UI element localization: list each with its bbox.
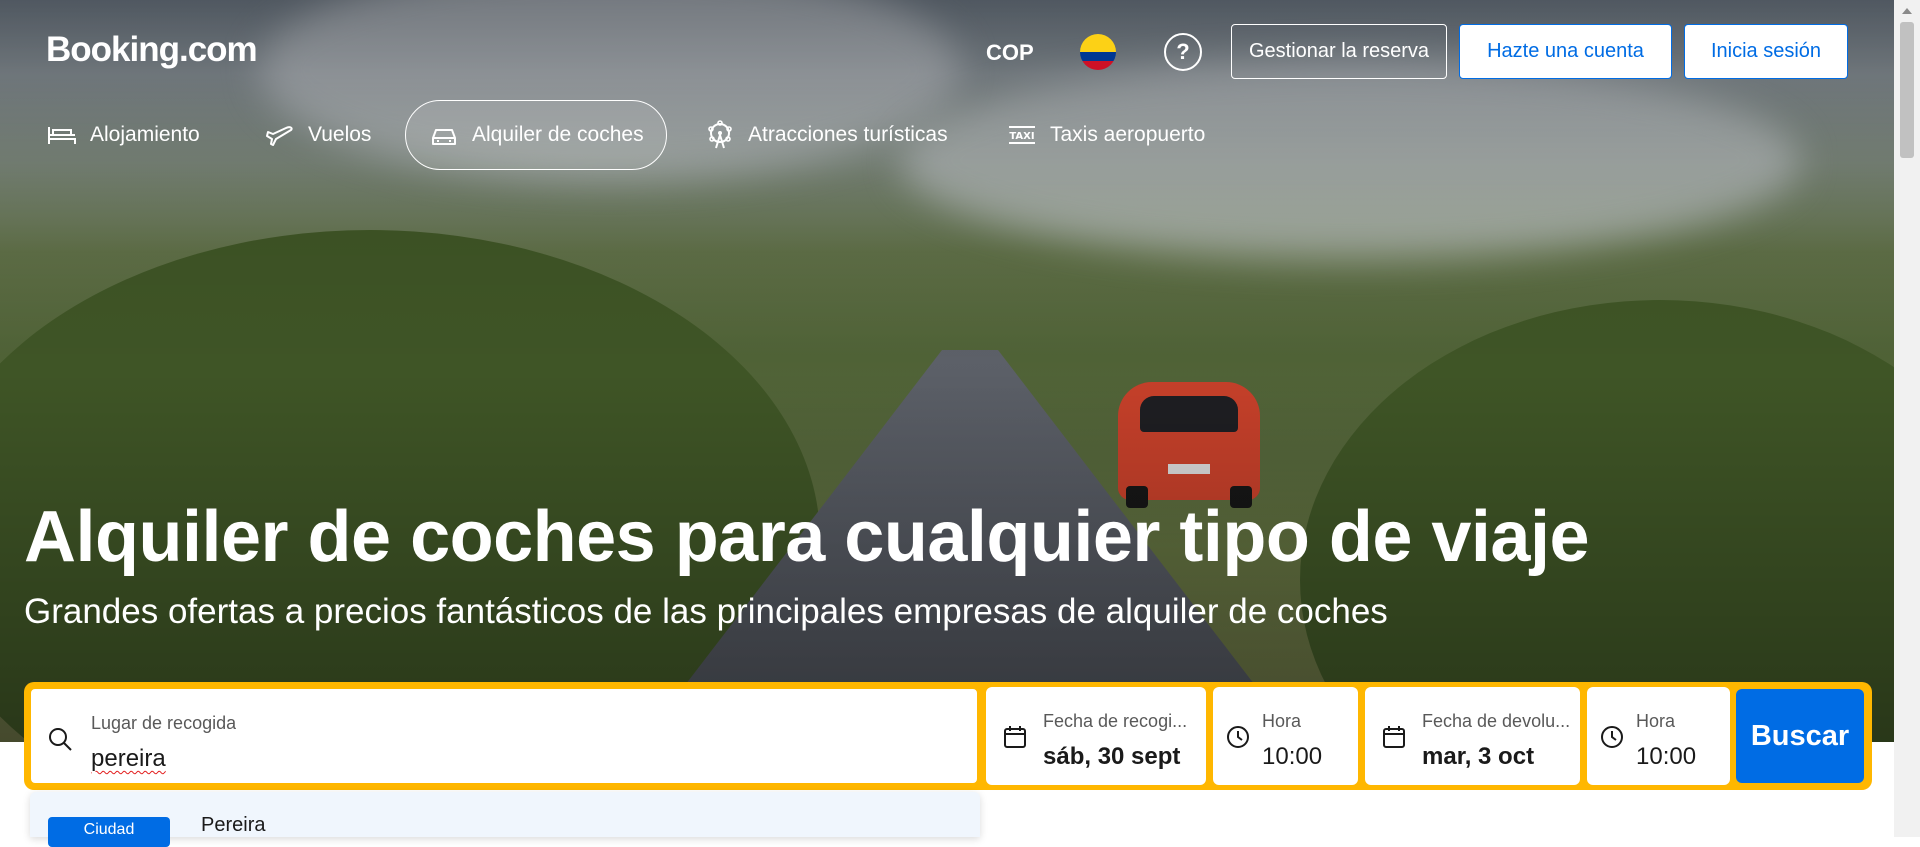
nav-item-taxis[interactable]: TAXI Taxis aeropuerto [1006,100,1205,170]
page-scrollbar[interactable] [1894,0,1920,837]
return-date-field[interactable]: Fecha de devolu... mar, 3 oct [1365,687,1580,785]
hero-title: Alquiler de coches para cualquier tipo d… [24,497,1590,577]
suggestion-item[interactable]: Ciudad Pereira [30,792,980,847]
return-date-label: Fecha de devolu... [1422,711,1571,731]
bed-icon [48,127,76,144]
nav-label: Alquiler de coches [472,123,644,146]
nav-label: Vuelos [308,123,372,146]
plane-icon [266,126,293,146]
ferris-wheel-icon [708,120,732,149]
car-icon [432,129,456,145]
pickup-time-label: Hora [1262,711,1302,731]
pickup-date-field[interactable]: Fecha de recogi... sáb, 30 sept [986,687,1206,785]
nav-label: Taxis aeropuerto [1050,123,1206,146]
pickup-time-value: 10:00 [1262,743,1323,770]
manage-booking-button[interactable]: Gestionar la reserva [1231,24,1447,79]
scroll-up-arrow-icon[interactable] [1902,8,1912,14]
suggestion-type-badge: Ciudad [48,817,170,847]
nav-item-alojamiento[interactable]: Alojamiento [46,100,200,170]
return-time-field[interactable]: Hora 10:00 [1587,687,1730,785]
taxi-icon: TAXI [1009,126,1035,144]
return-time-value: 10:00 [1636,743,1697,770]
sign-in-button[interactable]: Inicia sesión [1684,24,1848,79]
nav-item-vuelos[interactable]: Vuelos [264,100,371,170]
pickup-location-label: Lugar de recogida [91,713,237,733]
scrollbar-thumb[interactable] [1900,22,1914,158]
clock-icon [1601,726,1623,748]
calendar-icon [1383,726,1405,748]
pickup-date-label: Fecha de recogi... [1043,711,1188,731]
search-icon [49,728,72,751]
pickup-time-field[interactable]: Hora 10:00 [1213,687,1358,785]
hero-subtitle: Grandes ofertas a precios fantásticos de… [24,592,1388,631]
suggestion-name: Pereira [201,814,266,836]
nav-label: Atracciones turísticas [748,123,948,146]
car-rental-search-bar: Lugar de recogida pereira Fecha de recog… [24,682,1872,790]
register-button[interactable]: Hazte una cuenta [1459,24,1672,79]
return-time-label: Hora [1636,711,1676,731]
help-icon[interactable]: ? [1164,33,1202,71]
language-flag-icon[interactable] [1080,34,1116,70]
nav-label: Alojamiento [90,123,200,146]
pickup-date-value: sáb, 30 sept [1043,743,1181,770]
return-date-value: mar, 3 oct [1422,743,1535,770]
svg-text:TAXI: TAXI [1009,131,1034,142]
booking-logo[interactable]: Booking.com [46,30,258,70]
currency-selector[interactable]: COP [986,40,1034,66]
pickup-location-field[interactable]: Lugar de recogida pereira [29,687,979,785]
pickup-location-input[interactable]: pereira [91,745,166,773]
calendar-icon [1004,726,1026,748]
nav-item-atracciones[interactable]: Atracciones turísticas [704,100,948,170]
search-button[interactable]: Buscar [1736,689,1864,783]
clock-icon [1227,726,1249,748]
nav-item-alquiler-coches[interactable]: Alquiler de coches [405,100,667,170]
location-suggestions-dropdown: Ciudad Pereira [30,792,980,847]
